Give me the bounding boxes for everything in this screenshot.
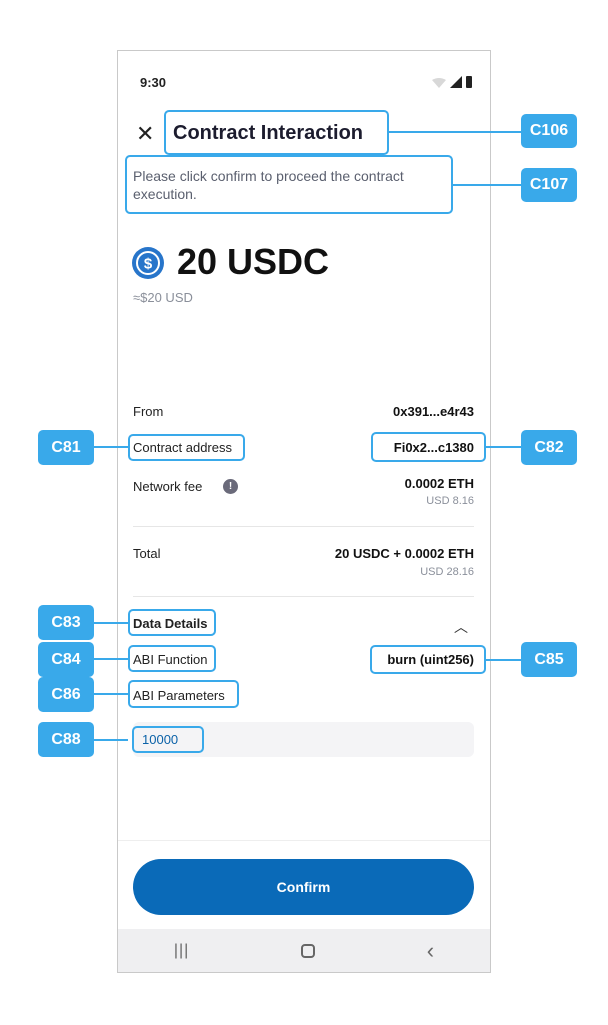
annotation-c82: C82 [521, 430, 577, 465]
from-value: 0x391...e4r43 [393, 404, 474, 419]
highlight-parameter-value [132, 726, 204, 753]
annotation-c107: C107 [521, 168, 577, 202]
chevron-up-icon[interactable]: ︿ [454, 617, 468, 637]
close-icon[interactable]: ✕ [136, 123, 154, 145]
confirm-button[interactable]: Confirm [133, 859, 474, 915]
status-icons [432, 76, 472, 88]
usdc-icon: $ [132, 247, 164, 279]
wifi-icon [432, 78, 446, 88]
highlight-contract-label [128, 434, 245, 461]
divider [133, 596, 474, 597]
network-fee-usd: USD 8.16 [426, 495, 474, 507]
home-icon[interactable] [301, 943, 316, 958]
annotation-c88: C88 [38, 722, 94, 757]
battery-icon [466, 76, 472, 88]
leader-line [486, 446, 521, 448]
total-usd: USD 28.16 [420, 566, 474, 578]
leader-line [486, 659, 521, 661]
total-label: Total [133, 546, 161, 561]
leader-line [389, 131, 521, 133]
system-nav-bar: ||| ‹ [118, 929, 490, 972]
annotation-c81: C81 [38, 430, 94, 465]
highlight-page-title [164, 110, 389, 155]
highlight-abi-parameters [128, 680, 239, 708]
status-time: 9:30 [140, 75, 167, 90]
annotation-c86: C86 [38, 677, 94, 712]
divider [118, 840, 490, 841]
highlight-contract-value [371, 432, 486, 462]
leader-line [94, 658, 128, 660]
leader-line [94, 739, 128, 741]
network-fee-value: 0.0002 ETH [404, 476, 474, 491]
highlight-subtitle [125, 155, 453, 214]
highlight-abi-function-value [370, 645, 486, 674]
info-icon[interactable]: ! [223, 479, 238, 494]
highlight-abi-function [128, 645, 216, 672]
amount-fiat: ≈$20 USD [133, 290, 193, 305]
annotation-c85: C85 [521, 642, 577, 677]
leader-line [94, 446, 128, 448]
svg-text:$: $ [144, 256, 153, 273]
from-label: From [133, 404, 164, 419]
recent-apps-icon[interactable]: ||| [174, 942, 189, 960]
annotation-c83: C83 [38, 605, 94, 640]
annotation-c106: C106 [521, 114, 577, 148]
divider [133, 526, 474, 527]
signal-icon [450, 76, 462, 88]
leader-line [453, 184, 521, 186]
annotation-c84: C84 [38, 642, 94, 677]
leader-line [94, 622, 128, 624]
highlight-data-details [128, 609, 216, 636]
total-value: 20 USDC + 0.0002 ETH [334, 546, 474, 561]
leader-line [94, 693, 128, 695]
network-fee-label: Network fee [133, 479, 203, 494]
back-icon[interactable]: ‹ [427, 939, 434, 962]
amount-value: 20 USDC [177, 241, 330, 282]
